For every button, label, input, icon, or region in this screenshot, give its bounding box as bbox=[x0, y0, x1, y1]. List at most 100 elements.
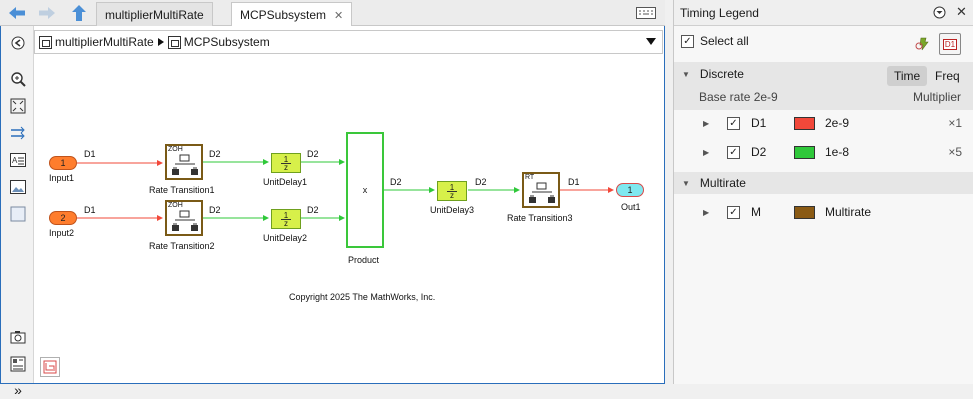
select-all-checkbox[interactable]: ✓ bbox=[681, 34, 694, 48]
select-all-label: Select all bbox=[700, 34, 749, 48]
timing-legend-panel: Timing Legend ✕ ✓ Select all D1 ▼ Discre… bbox=[673, 0, 973, 384]
tab-MCPSubsystem[interactable]: MCPSubsystem ✕ bbox=[231, 2, 353, 27]
tab-label: MCPSubsystem bbox=[240, 8, 327, 22]
freq-toggle-label: Freq bbox=[935, 69, 960, 83]
rate-transition-block[interactable]: RT bbox=[522, 172, 560, 208]
breadcrumb-item-subsystem[interactable]: MCPSubsystem bbox=[184, 35, 270, 49]
block-name: Input2 bbox=[49, 228, 75, 238]
row-checkbox[interactable]: ✓ bbox=[727, 145, 740, 159]
block-name: UnitDelay1 bbox=[263, 177, 308, 187]
legend-row-d2[interactable]: ▶ ✓ D2 1e-8 ×5 bbox=[674, 140, 973, 164]
product-block[interactable]: x bbox=[346, 132, 384, 248]
highlight-icon[interactable] bbox=[915, 36, 931, 55]
multirate-label: Multirate bbox=[699, 176, 746, 190]
image-icon[interactable] bbox=[9, 178, 27, 196]
tab-label: multiplierMultiRate bbox=[105, 7, 204, 22]
block-name: Rate Transition3 bbox=[507, 213, 573, 223]
signal-label: D2 bbox=[307, 149, 319, 159]
keyboard-icon[interactable] bbox=[636, 7, 656, 22]
row-checkbox[interactable]: ✓ bbox=[727, 116, 740, 130]
unit-delay-block[interactable]: 1z bbox=[271, 209, 301, 229]
block-name: UnitDelay3 bbox=[430, 205, 475, 215]
collapse-icon[interactable]: ▼ bbox=[682, 70, 690, 79]
unit-delay-block[interactable]: 1z bbox=[437, 181, 467, 201]
select-all-row[interactable]: ✓ Select all bbox=[681, 34, 749, 48]
legend-title: Timing Legend bbox=[680, 5, 759, 20]
delay-numerator: 1 bbox=[283, 154, 289, 164]
legend-header: Timing Legend ✕ bbox=[674, 0, 973, 26]
signal-lines-icon[interactable] bbox=[9, 124, 27, 142]
freq-toggle[interactable]: Freq bbox=[928, 66, 967, 86]
dropdown-icon[interactable] bbox=[646, 38, 656, 45]
inport-block[interactable]: 1 bbox=[49, 156, 77, 170]
time-toggle-label: Time bbox=[894, 69, 921, 83]
rate-value: Multirate bbox=[825, 205, 872, 219]
rate-transition-block[interactable]: ZOH bbox=[165, 200, 203, 236]
delay-numerator: 1 bbox=[283, 210, 289, 220]
legend-row-m[interactable]: ▶ ✓ M Multirate bbox=[674, 200, 973, 224]
collapse-icon[interactable]: ▼ bbox=[682, 179, 690, 188]
time-toggle[interactable]: Time bbox=[887, 66, 928, 86]
model-corner-icon[interactable] bbox=[40, 357, 60, 377]
area-icon[interactable] bbox=[9, 205, 27, 223]
hide-browser-icon[interactable] bbox=[9, 34, 27, 52]
unit-delay-block[interactable]: 1z bbox=[271, 153, 301, 173]
property-inspector-icon[interactable] bbox=[9, 355, 27, 373]
multirate-group-header: ▼ Multirate bbox=[674, 172, 973, 194]
rate-id: D1 bbox=[751, 116, 767, 130]
up-arrow-icon[interactable] bbox=[68, 3, 90, 23]
annotation-icon[interactable]: A bbox=[9, 151, 27, 169]
rate-value: 2e-9 bbox=[825, 116, 850, 130]
signal-label: D1 bbox=[84, 149, 96, 159]
expand-row-icon[interactable]: ▶ bbox=[703, 119, 709, 128]
close-icon[interactable]: ✕ bbox=[956, 4, 967, 20]
delay-denominator: z bbox=[284, 162, 288, 172]
camera-icon[interactable] bbox=[9, 328, 27, 346]
signal-label: D2 bbox=[209, 205, 221, 215]
rate-id: D2 bbox=[751, 145, 767, 159]
port-number: 1 bbox=[627, 185, 633, 195]
badge-label: D1 bbox=[942, 38, 958, 50]
tab-multiplierMultiRate[interactable]: multiplierMultiRate bbox=[96, 2, 213, 26]
rate-transition-icon bbox=[172, 154, 198, 175]
expand-row-icon[interactable]: ▶ bbox=[703, 208, 709, 217]
rt-tag: ZOH bbox=[168, 202, 183, 209]
legend-menu-icon[interactable] bbox=[933, 6, 946, 19]
expand-row-icon[interactable]: ▶ bbox=[703, 148, 709, 157]
rate-value: 1e-8 bbox=[825, 145, 850, 159]
legend-row-d1[interactable]: ▶ ✓ D1 2e-9 ×1 bbox=[674, 111, 973, 135]
breadcrumb-item-model[interactable]: multiplierMultiRate bbox=[55, 35, 154, 49]
zoom-icon[interactable] bbox=[9, 70, 27, 88]
tab-strip: multiplierMultiRate MCPSubsystem ✕ bbox=[0, 0, 665, 27]
discrete-label: Discrete bbox=[699, 67, 744, 81]
badge-button[interactable]: D1 bbox=[939, 33, 961, 55]
signal-label: D2 bbox=[307, 205, 319, 215]
close-icon[interactable]: ✕ bbox=[334, 9, 343, 22]
palette-toolbar: A » bbox=[1, 26, 34, 398]
block-name: Input1 bbox=[49, 173, 75, 183]
signal-label: D2 bbox=[209, 149, 221, 159]
delay-denominator: z bbox=[450, 190, 454, 200]
row-checkbox[interactable]: ✓ bbox=[727, 205, 740, 219]
delay-numerator: 1 bbox=[449, 182, 455, 192]
rate-id: M bbox=[751, 205, 761, 219]
outport-block[interactable]: 1 bbox=[616, 183, 644, 197]
breadcrumb: multiplierMultiRate MCPSubsystem bbox=[34, 30, 663, 54]
block-name: UnitDelay2 bbox=[263, 233, 308, 243]
signal-label: D1 bbox=[568, 177, 580, 187]
inport-block[interactable]: 2 bbox=[49, 211, 77, 225]
subsystem-icon bbox=[167, 35, 181, 49]
rate-transition-block[interactable]: ZOH bbox=[165, 144, 203, 180]
block-name: Rate Transition1 bbox=[149, 185, 215, 195]
port-number: 1 bbox=[60, 158, 66, 168]
chevron-right-icon bbox=[157, 38, 164, 46]
port-number: 2 bbox=[60, 213, 66, 223]
rate-color-swatch bbox=[794, 145, 815, 159]
signal-label: D1 bbox=[84, 205, 96, 215]
model-canvas[interactable]: D1 D1 D2 D2 D2 D2 D2 D2 D1 1 Input1 2 In… bbox=[35, 56, 663, 382]
signal-label: D2 bbox=[390, 177, 402, 187]
fit-view-icon[interactable] bbox=[9, 97, 27, 115]
rate-multiplier: ×5 bbox=[948, 145, 962, 159]
back-arrow-icon[interactable] bbox=[6, 3, 28, 23]
forward-arrow-icon[interactable] bbox=[36, 3, 58, 23]
